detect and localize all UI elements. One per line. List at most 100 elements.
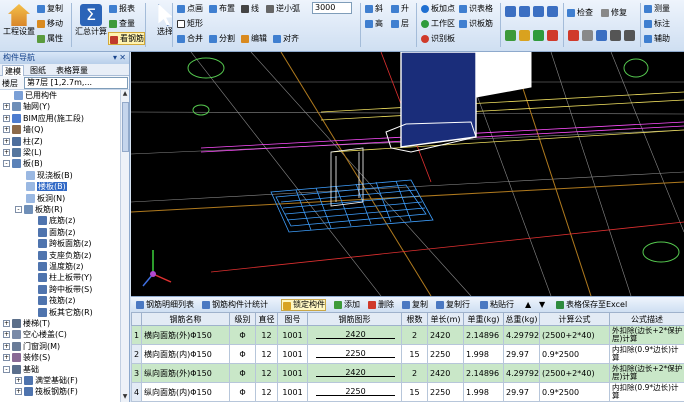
tree-node[interactable]: 跨板面筋(z) [27, 238, 91, 250]
tab-table-quantity[interactable]: 表格算量 [54, 65, 90, 76]
save-to-excel-button[interactable]: 表格保存至Excel [555, 299, 627, 311]
table-cell-total-wt[interactable]: 29.97 [503, 344, 540, 364]
column-header[interactable]: 根数 [401, 312, 428, 326]
table-cell-count[interactable]: 2 [401, 363, 428, 383]
table-cell-count[interactable]: 15 [401, 344, 428, 364]
table-cell-shape-len[interactable]: 2250 [307, 344, 402, 364]
column-header[interactable]: 直径 [255, 312, 278, 326]
rectangle-button[interactable]: 矩形 [176, 17, 203, 30]
align-button[interactable]: 对齐 [272, 32, 299, 45]
column-header[interactable]: 计算公式 [539, 312, 610, 326]
undo-icon[interactable] [624, 30, 635, 41]
edit-button[interactable]: 编辑 [240, 32, 267, 45]
table-cell-name[interactable]: 纵向面筋(内)Φ150 [141, 382, 230, 402]
slope-button[interactable]: 斜 [364, 2, 383, 15]
expand-icon[interactable]: + [3, 114, 10, 122]
rotate-icon[interactable] [533, 30, 544, 41]
expand-icon[interactable]: + [3, 320, 10, 327]
tree-node[interactable]: 板洞(N) [15, 193, 65, 205]
table-cell-unit-wt[interactable]: 2.14896 [463, 363, 504, 383]
table-cell-fig[interactable]: 1001 [277, 344, 308, 364]
table-cell-dia[interactable]: 12 [255, 344, 278, 364]
annotate-button[interactable]: 标注 [643, 17, 670, 30]
plus-icon[interactable] [610, 30, 621, 41]
column-header[interactable] [131, 312, 142, 326]
table-cell-shape-len[interactable]: 2420 [307, 325, 402, 345]
place-button[interactable]: 布置 [208, 2, 235, 15]
tree-node[interactable]: 筏筋(z) [27, 295, 75, 307]
move-button[interactable]: 移动 [36, 17, 63, 30]
paste-row-button[interactable]: 粘贴行 [479, 299, 514, 311]
view-2d-icon[interactable] [505, 6, 516, 17]
table-cell-grade[interactable]: Φ [229, 344, 256, 364]
tree-node[interactable]: + 空心楼盖(C) [3, 329, 67, 341]
table-cell-shape-len[interactable]: 2420 [307, 363, 402, 383]
table-cell-unit-wt[interactable]: 1.998 [463, 382, 504, 402]
collapse-icon[interactable]: - [3, 365, 10, 373]
table-cell-dia[interactable]: 12 [255, 325, 278, 345]
table-cell-dia[interactable]: 12 [255, 382, 278, 402]
tree-node[interactable]: 面筋(z) [27, 227, 75, 239]
table-cell-grade[interactable]: Φ [229, 382, 256, 402]
copy-row-button[interactable]: 复制行 [435, 299, 470, 311]
column-header[interactable]: 单长(m) [427, 312, 464, 326]
column-header[interactable]: 总重(kg) [503, 312, 540, 326]
identify-slab-button[interactable]: 识别板 [420, 32, 455, 45]
move-down-icon[interactable]: ▼ [539, 299, 545, 311]
tab-rebar-component-stats[interactable]: 钢筋构件计统计 [201, 299, 268, 311]
tree-scrollbar[interactable]: ▲ ▼ [120, 90, 129, 402]
expand-icon[interactable]: + [3, 137, 10, 145]
measure-button[interactable]: 测量 [643, 2, 670, 15]
column-header[interactable]: 图号 [277, 312, 308, 326]
tree-node[interactable]: 板其它筋(R) [27, 307, 93, 319]
table-cell-fig[interactable]: 1001 [277, 382, 308, 402]
expand-icon[interactable]: + [3, 126, 10, 134]
radius-combo[interactable]: 3000 [312, 2, 352, 14]
aux-button[interactable]: 辅助 [643, 32, 670, 45]
tree-node[interactable]: + 楼梯(T) [3, 318, 50, 330]
tree-node[interactable]: 现浇板(B) [15, 170, 73, 182]
add-row-button[interactable]: 添加 [333, 299, 360, 311]
project-settings-button[interactable]: 工程设置 [2, 2, 36, 48]
identify-rebar-button[interactable]: 识板筋 [458, 17, 493, 30]
split-button[interactable]: 分割 [208, 32, 235, 45]
tree-node[interactable]: + 梁(L) [3, 147, 42, 159]
copy-button[interactable]: 复制 [36, 2, 63, 15]
tree-node[interactable]: 底筋(z) [27, 215, 75, 227]
table-cell-shape-len[interactable]: 2250 [307, 382, 402, 402]
table-cell-total-wt[interactable]: 4.29792 [503, 363, 540, 383]
line-draw-button[interactable]: 线 [240, 2, 259, 15]
table-cell-unit-wt[interactable]: 2.14896 [463, 325, 504, 345]
view-rebar-button[interactable]: 看钢筋 [108, 32, 145, 45]
table-cell-count[interactable]: 2 [401, 325, 428, 345]
table-cell-name[interactable]: 横向面筋(外)Φ150 [141, 325, 230, 345]
tab-rebar-detail-list[interactable]: 钢筋明细列表 [135, 299, 194, 311]
point-draw-button[interactable]: 点画 [176, 2, 203, 15]
view-split-icon[interactable] [519, 6, 530, 17]
table-cell-no[interactable]: 4 [131, 382, 142, 402]
table-row[interactable]: 3 纵向面筋(外)Φ150 Φ 12 1001 2420 2 2420 2.14896 4.297… [131, 363, 684, 383]
table-cell-no[interactable]: 1 [131, 325, 142, 345]
collapse-icon[interactable]: - [3, 160, 10, 168]
zoom-icon[interactable] [519, 30, 530, 41]
table-cell-formula[interactable]: (2500+2*40) [539, 363, 610, 383]
expand-icon[interactable]: + [3, 342, 10, 350]
column-header[interactable]: 级别 [229, 312, 256, 326]
tree-node[interactable]: 已用构件 [3, 90, 57, 102]
delete-row-button[interactable]: 删除 [367, 299, 394, 311]
summary-calc-button[interactable]: Σ 汇总计算 [74, 2, 108, 48]
lock-component-button[interactable]: 锁定构件 [281, 299, 326, 311]
table-cell-fig[interactable]: 1001 [277, 363, 308, 383]
tree-node[interactable]: + 装修(S) [3, 352, 50, 364]
tree-node[interactable]: + 筏板钢筋(F) [15, 386, 78, 398]
tree-node[interactable]: 支座负筋(z) [27, 250, 91, 262]
tree-node[interactable]: - 板筋(R) [15, 204, 63, 216]
tree-node[interactable]: 楼板(B) [15, 181, 67, 193]
scroll-thumb[interactable] [122, 102, 129, 152]
report-button[interactable]: 报表 [108, 2, 135, 15]
tree-node[interactable]: + 满堂基础(F) [15, 375, 78, 387]
column-header[interactable]: 公式描述 [609, 312, 684, 326]
tree-node[interactable]: + BIM应用(施工段) [3, 113, 84, 125]
tree-node[interactable]: 跨中板带(S) [27, 284, 92, 296]
expand-icon[interactable]: + [3, 331, 10, 339]
